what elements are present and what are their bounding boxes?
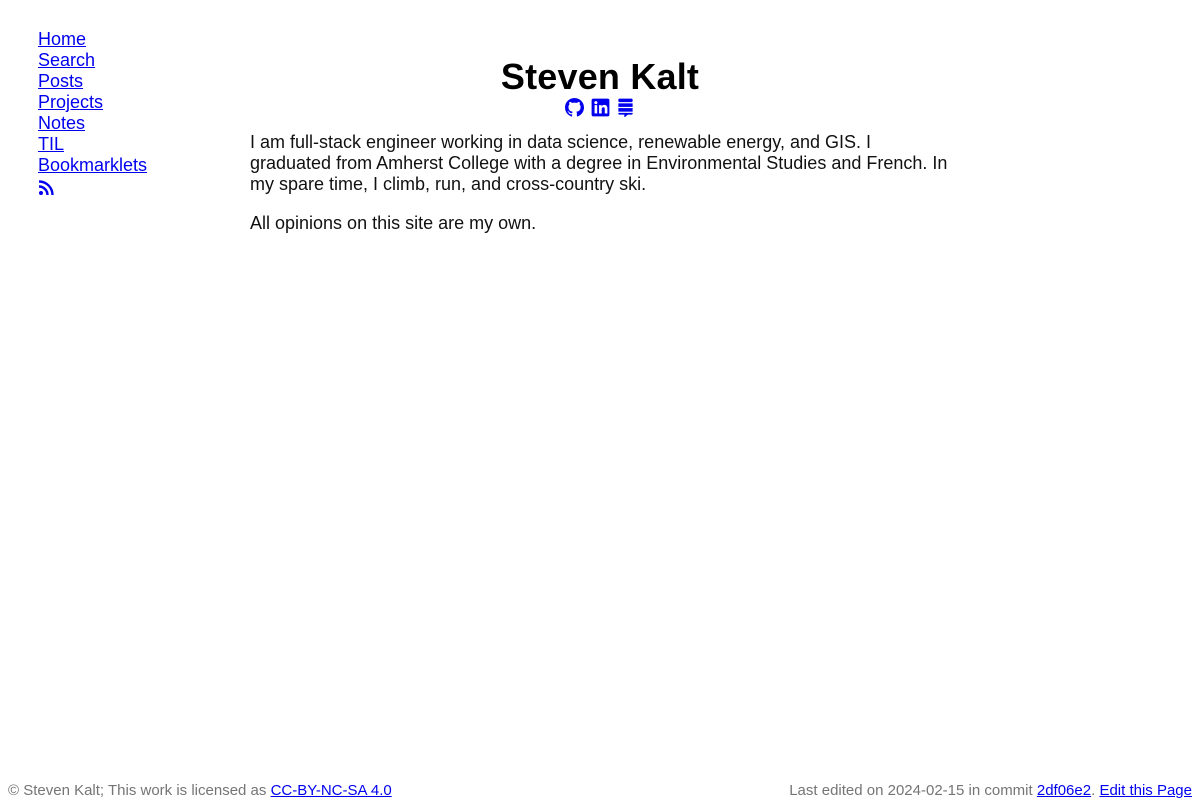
nav-link-notes[interactable]: Notes — [38, 113, 85, 133]
bio-paragraph: I am full-stack engineer working in data… — [250, 132, 948, 194]
linkedin-icon — [591, 98, 609, 117]
footer-edit-info: Last edited on 2024-02-15 in commit 2df0… — [789, 781, 1192, 801]
linkedin-link[interactable] — [591, 98, 610, 117]
license-link[interactable]: CC-BY-NC-SA 4.0 — [271, 782, 392, 799]
footer-license: © Steven Kalt; This work is licensed as … — [8, 781, 392, 801]
nav-list: Home Search Posts Projects Notes TIL Boo… — [38, 29, 208, 176]
stackexchange-icon — [618, 98, 633, 117]
nav-link-projects[interactable]: Projects — [38, 92, 103, 112]
nav-link-bookmarklets[interactable]: Bookmarklets — [38, 155, 147, 175]
nav-link-til[interactable]: TIL — [38, 134, 64, 154]
rss-icon — [38, 180, 54, 196]
nav-link-search[interactable]: Search — [38, 50, 95, 70]
nav-item-til: TIL — [38, 134, 208, 155]
social-links — [250, 98, 950, 118]
github-link[interactable] — [565, 98, 585, 117]
copyright-text: © Steven Kalt; This work is licensed as — [8, 782, 271, 799]
page-title: Steven Kalt — [500, 56, 700, 97]
nav-item-projects: Projects — [38, 92, 208, 113]
site-navigation: Home Search Posts Projects Notes TIL Boo… — [38, 29, 208, 198]
disclaimer-paragraph: All opinions on this site are my own. — [250, 213, 537, 233]
github-icon — [565, 98, 585, 117]
nav-item-posts: Posts — [38, 71, 208, 92]
nav-item-notes: Notes — [38, 113, 208, 134]
bio-section: I am full-stack engineer working in data… — [250, 132, 950, 234]
stackexchange-link[interactable] — [616, 98, 635, 117]
nav-link-posts[interactable]: Posts — [38, 71, 83, 91]
nav-item-bookmarklets: Bookmarklets — [38, 155, 208, 176]
nav-item-search: Search — [38, 50, 208, 71]
rss-feed-link[interactable] — [38, 180, 56, 198]
last-edited-text: Last edited on 2024-02-15 in commit — [789, 782, 1037, 799]
nav-link-home[interactable]: Home — [38, 29, 86, 49]
nav-item-home: Home — [38, 29, 208, 50]
main-content: Steven Kalt I am full-stack engineer wor… — [250, 55, 950, 234]
edit-page-link[interactable]: Edit this Page — [1099, 782, 1192, 799]
commit-link[interactable]: 2df06e2 — [1037, 782, 1091, 799]
